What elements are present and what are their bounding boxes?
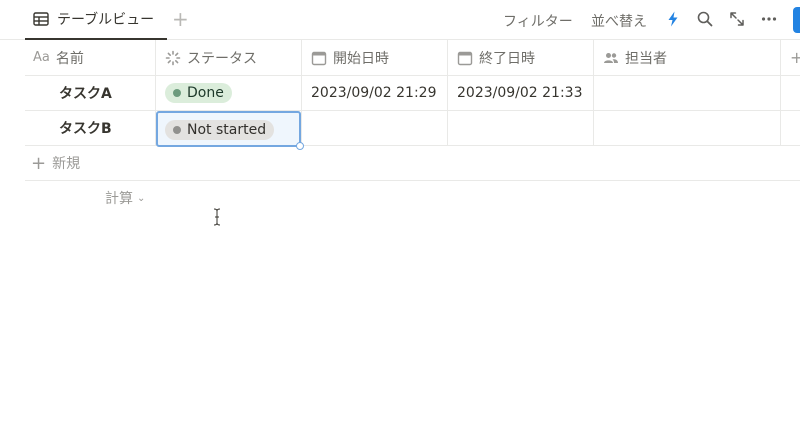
tab-label: テーブルビュー xyxy=(57,12,155,28)
filter-button[interactable]: フィルター xyxy=(503,11,573,31)
column-label: 開始日時 xyxy=(333,50,389,67)
status-text: Not started xyxy=(187,122,267,138)
column-label: ステータス xyxy=(187,50,257,67)
search-icon[interactable] xyxy=(696,10,714,28)
status-dot xyxy=(173,89,181,97)
column-header-end[interactable]: 終了日時 xyxy=(457,40,597,75)
add-column-button[interactable]: + xyxy=(790,40,800,75)
add-view-button[interactable]: + xyxy=(172,9,189,29)
start-date-cell[interactable] xyxy=(311,111,445,145)
view-toolbar: テーブルビュー + フィルター 並べ替え xyxy=(0,0,800,40)
end-date-cell[interactable]: 2023/09/02 21:33 xyxy=(457,76,591,110)
calendar-icon xyxy=(457,51,473,65)
calendar-icon xyxy=(311,51,327,65)
new-button[interactable] xyxy=(793,7,800,33)
row-name[interactable]: タスクB xyxy=(59,111,149,145)
calculate-label: 計算 xyxy=(105,191,133,207)
status-dot xyxy=(173,126,181,134)
status-text: Done xyxy=(187,85,224,101)
status-cell-selected[interactable]: Not started xyxy=(156,111,304,150)
plus-icon: + xyxy=(31,152,47,174)
row-name[interactable]: タスクA xyxy=(59,76,149,110)
column-header-status[interactable]: ステータス xyxy=(165,40,305,75)
table-row: タスクB xyxy=(25,111,800,146)
column-header-assignee[interactable]: 担当者 xyxy=(603,40,743,75)
sort-button[interactable]: 並べ替え xyxy=(591,11,647,31)
more-icon[interactable] xyxy=(760,10,778,28)
column-header-name[interactable]: Aa 名前 xyxy=(33,40,153,75)
status-cell[interactable]: Done xyxy=(165,76,295,110)
table-header: Aa 名前 ステータス 開始日時 終了日時 担当者 + xyxy=(25,40,800,76)
status-cell: Not started xyxy=(165,119,275,140)
tab-table-view[interactable]: テーブルビュー xyxy=(25,0,167,40)
table-icon xyxy=(33,12,49,26)
status-badge: Not started xyxy=(165,120,275,140)
column-label: 名前 xyxy=(55,50,84,67)
text-cursor-icon xyxy=(213,208,221,226)
status-icon xyxy=(165,50,181,65)
column-label: 担当者 xyxy=(625,50,667,67)
assignee-cell[interactable] xyxy=(603,76,773,110)
column-label: 終了日時 xyxy=(479,50,535,67)
start-date-cell[interactable]: 2023/09/02 21:29 xyxy=(311,76,445,110)
expand-icon[interactable] xyxy=(728,10,746,28)
new-row-label: 新規 xyxy=(52,156,81,172)
assignee-cell[interactable] xyxy=(603,111,773,145)
new-row-button[interactable]: + 新規 xyxy=(25,146,800,181)
people-icon xyxy=(604,52,618,63)
status-badge: Done xyxy=(165,83,232,103)
chevron-down-icon: ⌄ xyxy=(137,192,146,204)
end-date-cell[interactable] xyxy=(457,111,591,145)
column-header-start[interactable]: 開始日時 xyxy=(311,40,451,75)
text-icon: Aa xyxy=(33,50,50,65)
calculate-button[interactable]: 計算 ⌄ xyxy=(105,188,145,208)
lightning-icon[interactable] xyxy=(664,10,682,28)
table-row: タスクA Done 2023/09/02 21:29 2023/09/02 21… xyxy=(25,76,800,111)
